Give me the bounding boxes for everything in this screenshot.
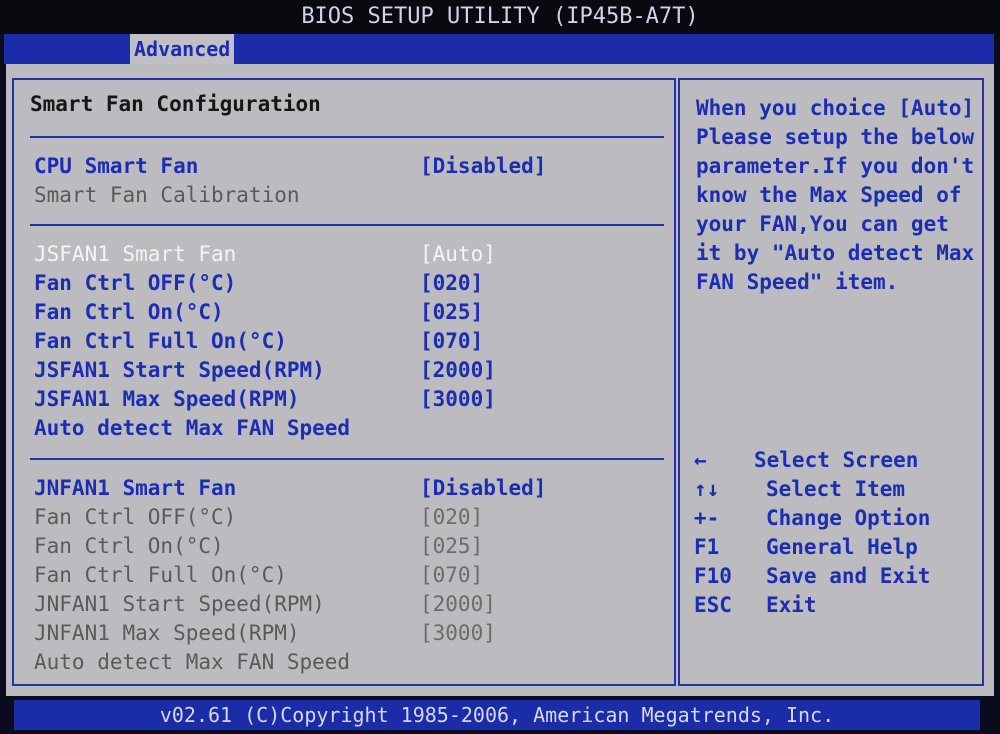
key-hint-select-screen: ← Select Screen — [694, 446, 974, 474]
key-hint-save-and-exit: F10 Save and Exit — [694, 562, 974, 590]
smart-fan-calibration-label: Smart Fan Calibration — [34, 183, 300, 207]
jsfan1-fan-ctrl-off-label: Fan Ctrl OFF(°C) — [34, 271, 237, 295]
divider — [30, 224, 664, 226]
jnfan1-fan-ctrl-on-label: Fan Ctrl On(°C) — [34, 534, 224, 558]
jsfan1-smart-fan-value[interactable]: [Auto] — [420, 240, 496, 268]
jnfan1-fan-ctrl-off-label: Fan Ctrl OFF(°C) — [34, 505, 237, 529]
help-text: When you choice [Auto] Please setup the … — [696, 96, 975, 294]
key-hint-key: F1 — [694, 535, 720, 559]
smart-fan-calibration-row: Smart Fan Calibration — [34, 181, 664, 209]
key-hint-label: Select Item — [766, 477, 906, 501]
jnfan1-max-speed-label: JNFAN1 Max Speed(RPM) — [34, 621, 300, 645]
settings-panel: Smart Fan Configuration CPU Smart Fan [D… — [12, 78, 676, 686]
jsfan1-start-speed-row[interactable]: JSFAN1 Start Speed(RPM) [2000] — [34, 356, 664, 384]
key-hint-general-help: F1 General Help — [694, 533, 974, 561]
key-hint-key: ESC — [694, 593, 732, 617]
jnfan1-fan-ctrl-full-on-row: Fan Ctrl Full On(°C) [070] — [34, 561, 664, 589]
jnfan1-max-speed-value: [3000] — [420, 621, 496, 645]
help-panel: When you choice [Auto] Please setup the … — [678, 78, 984, 686]
jsfan1-fan-ctrl-off-value[interactable]: [020] — [420, 269, 483, 297]
jsfan1-auto-detect-row[interactable]: Auto detect Max FAN Speed — [34, 414, 664, 442]
jsfan1-fan-ctrl-full-on-value[interactable]: [070] — [420, 327, 483, 355]
key-hint-label: Change Option — [766, 506, 931, 530]
jsfan1-fan-ctrl-full-on-label: Fan Ctrl Full On(°C) — [34, 329, 287, 353]
jsfan1-start-speed-label: JSFAN1 Start Speed(RPM) — [34, 358, 325, 382]
divider — [30, 136, 664, 138]
jsfan1-fan-ctrl-on-label: Fan Ctrl On(°C) — [34, 300, 224, 324]
jnfan1-fan-ctrl-full-on-label: Fan Ctrl Full On(°C) — [34, 563, 287, 587]
key-hint-key: +- — [694, 506, 720, 530]
jnfan1-start-speed-label: JNFAN1 Start Speed(RPM) — [34, 592, 325, 616]
window-title: BIOS SETUP UTILITY (IP45B-A7T) — [0, 0, 1000, 34]
tab-advanced[interactable]: Advanced — [130, 34, 235, 64]
jnfan1-smart-fan-value[interactable]: [Disabled] — [420, 474, 546, 502]
jnfan1-start-speed-row: JNFAN1 Start Speed(RPM) [2000] — [34, 590, 664, 618]
key-hint-label: Exit — [766, 593, 817, 617]
jnfan1-smart-fan-row[interactable]: JNFAN1 Smart Fan [Disabled] — [34, 474, 664, 502]
jnfan1-fan-ctrl-on-row: Fan Ctrl On(°C) [025] — [34, 532, 664, 560]
key-hint-change-option: +- Change Option — [694, 504, 974, 532]
jsfan1-fan-ctrl-full-on-row[interactable]: Fan Ctrl Full On(°C) [070] — [34, 327, 664, 355]
copyright-footer: v02.61 (C)Copyright 1985-2006, American … — [14, 700, 980, 730]
jnfan1-fan-ctrl-off-row: Fan Ctrl OFF(°C) [020] — [34, 503, 664, 531]
arrows-up-down-icon: ↑↓ — [694, 477, 720, 501]
cpu-smart-fan-label: CPU Smart Fan — [34, 154, 199, 178]
key-hint-label: General Help — [766, 535, 918, 559]
jnfan1-fan-ctrl-full-on-value: [070] — [420, 563, 484, 587]
key-hint-label: Select Screen — [754, 448, 919, 472]
arrow-left-icon: ← — [694, 448, 707, 472]
divider — [30, 458, 664, 460]
jsfan1-auto-detect-label: Auto detect Max FAN Speed — [34, 416, 351, 440]
jsfan1-start-speed-value[interactable]: [2000] — [420, 356, 496, 384]
jnfan1-smart-fan-label: JNFAN1 Smart Fan — [34, 476, 237, 500]
jnfan1-auto-detect-label: Auto detect Max FAN Speed — [34, 650, 351, 674]
cpu-smart-fan-value[interactable]: [Disabled] — [420, 152, 546, 180]
bios-screen: Smart Fan Configuration CPU Smart Fan [D… — [6, 64, 994, 696]
key-hint-exit: ESC Exit — [694, 591, 974, 619]
jnfan1-start-speed-value: [2000] — [420, 592, 496, 616]
jsfan1-fan-ctrl-on-row[interactable]: Fan Ctrl On(°C) [025] — [34, 298, 664, 326]
jnfan1-fan-ctrl-on-value: [025] — [420, 534, 484, 558]
cpu-smart-fan-row[interactable]: CPU Smart Fan [Disabled] — [34, 152, 664, 180]
key-hint-select-item: ↑↓ Select Item — [694, 475, 974, 503]
jnfan1-auto-detect-row: Auto detect Max FAN Speed — [34, 648, 664, 676]
jsfan1-smart-fan-row[interactable]: JSFAN1 Smart Fan [Auto] — [34, 240, 664, 268]
menu-bar: Advanced — [4, 34, 994, 64]
jsfan1-fan-ctrl-off-row[interactable]: Fan Ctrl OFF(°C) [020] — [34, 269, 664, 297]
key-hint-label: Save and Exit — [766, 564, 931, 588]
jnfan1-max-speed-row: JNFAN1 Max Speed(RPM) [3000] — [34, 619, 664, 647]
jnfan1-fan-ctrl-off-value: [020] — [420, 505, 484, 529]
jsfan1-smart-fan-label: JSFAN1 Smart Fan — [34, 242, 237, 266]
key-hint-key: F10 — [694, 564, 732, 588]
jsfan1-fan-ctrl-on-value[interactable]: [025] — [420, 298, 483, 326]
jsfan1-max-speed-row[interactable]: JSFAN1 Max Speed(RPM) [3000] — [34, 385, 664, 413]
jsfan1-max-speed-label: JSFAN1 Max Speed(RPM) — [34, 387, 300, 411]
jsfan1-max-speed-value[interactable]: [3000] — [420, 385, 496, 413]
section-title: Smart Fan Configuration — [30, 92, 321, 116]
